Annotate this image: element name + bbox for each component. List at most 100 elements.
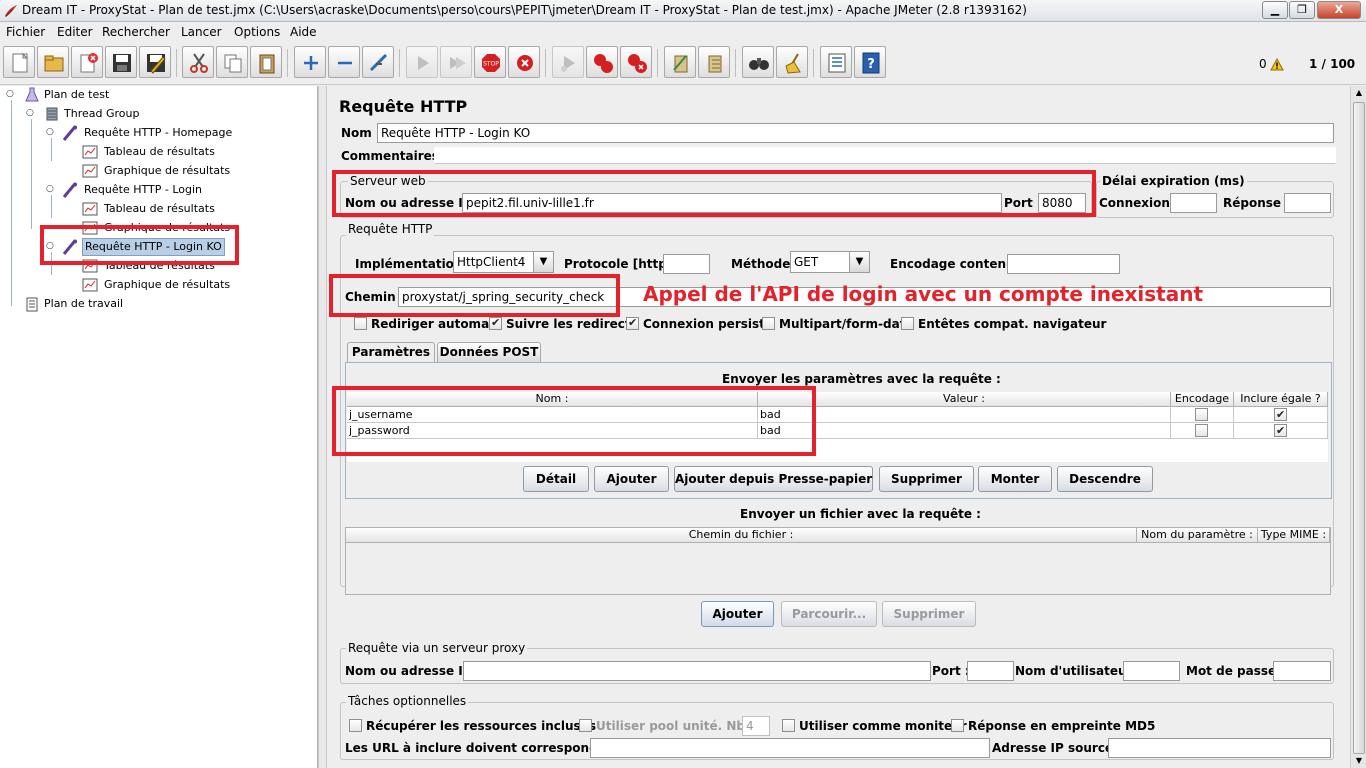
new-button[interactable]: [3, 46, 35, 78]
auto-redirect-checkbox[interactable]: [354, 317, 367, 330]
function-helper-button[interactable]: [820, 46, 852, 78]
cut-button[interactable]: [182, 46, 214, 78]
start-button[interactable]: [406, 46, 438, 78]
clear-button[interactable]: [664, 46, 696, 78]
save-as-button[interactable]: [139, 46, 171, 78]
delete-parameter-button[interactable]: Supprimer: [879, 466, 974, 492]
detail-button[interactable]: Détail: [523, 466, 589, 492]
follow-redirects-checkbox[interactable]: [489, 316, 502, 330]
md5-checkbox[interactable]: [951, 719, 964, 732]
search-button[interactable]: [742, 46, 774, 78]
connect-timeout-input[interactable]: [1170, 193, 1217, 213]
menu-options[interactable]: Options: [234, 25, 280, 39]
chevron-down-icon[interactable]: ▼: [533, 252, 553, 272]
proxy-port-input[interactable]: [967, 661, 1014, 681]
move-down-button[interactable]: Descendre: [1057, 466, 1153, 492]
implementation-select[interactable]: HttpClient4 ▼: [453, 251, 554, 273]
browse-file-button[interactable]: Parcourir...: [781, 601, 877, 627]
remote-shutdown-button[interactable]: [620, 46, 652, 78]
param-value-cell[interactable]: bad: [758, 407, 1171, 423]
paste-button[interactable]: [250, 46, 282, 78]
menu-aide[interactable]: Aide: [290, 25, 317, 39]
encode-checkbox[interactable]: [1195, 408, 1208, 421]
vertical-scrollbar[interactable]: ▲ ▼: [1350, 86, 1366, 768]
help-button[interactable]: ?: [854, 46, 886, 78]
tab-parameters[interactable]: Paramètres: [347, 342, 435, 362]
save-button[interactable]: [105, 46, 137, 78]
optional-tasks-legend: Tâches optionnelles: [346, 694, 469, 708]
start-no-pause-button[interactable]: [440, 46, 472, 78]
remote-stop-button[interactable]: [586, 46, 618, 78]
proxy-host-input[interactable]: [463, 661, 931, 681]
files-table[interactable]: Chemin du fichier : Nom du paramètre : T…: [345, 527, 1331, 595]
close-window-button[interactable]: X: [1317, 1, 1361, 19]
comments-input[interactable]: [434, 147, 1336, 164]
delete-file-button[interactable]: Supprimer: [882, 601, 976, 627]
param-value-cell[interactable]: bad: [758, 423, 1171, 439]
add-file-button[interactable]: Ajouter: [701, 601, 774, 627]
tree-highlight-box: [40, 225, 239, 265]
proxy-password-input[interactable]: [1273, 661, 1331, 681]
maximize-button[interactable]: ❐: [1289, 1, 1315, 19]
move-up-button[interactable]: Monter: [978, 466, 1052, 492]
chevron-down-icon[interactable]: ▼: [849, 252, 869, 272]
column-file-path-header[interactable]: Chemin du fichier :: [346, 528, 1137, 543]
concurrent-pool-input[interactable]: 4: [742, 716, 770, 736]
keep-alive-checkbox[interactable]: [626, 316, 639, 330]
shutdown-button[interactable]: [508, 46, 540, 78]
include-equals-checkbox[interactable]: [1274, 423, 1287, 438]
response-timeout-input[interactable]: [1284, 193, 1331, 213]
column-include-header[interactable]: Inclure égale ?: [1234, 392, 1328, 407]
open-button[interactable]: [37, 46, 69, 78]
tree-node-label: Requête HTTP - Login: [84, 183, 203, 196]
panel-splitter[interactable]: [318, 86, 327, 768]
proxy-user-input[interactable]: [1123, 661, 1180, 681]
use-as-monitor-checkbox[interactable]: [782, 719, 795, 732]
column-value-header[interactable]: Valeur :: [758, 392, 1171, 407]
column-encode-header[interactable]: Encodage: [1171, 392, 1234, 407]
save-icon: [113, 54, 131, 72]
menu-fichier[interactable]: Fichier: [6, 25, 45, 39]
content-encoding-input[interactable]: [1007, 254, 1120, 274]
minimize-button[interactable]: ▁: [1262, 1, 1288, 19]
param-include-cell: [1234, 423, 1328, 439]
clear-all-button[interactable]: [698, 46, 730, 78]
add-parameter-button[interactable]: Ajouter: [594, 466, 669, 492]
expand-all-button[interactable]: [294, 46, 326, 78]
stop-button[interactable]: STOP: [474, 46, 506, 78]
expand-toggle-icon[interactable]: ○: [26, 109, 34, 118]
source-ip-input[interactable]: [1108, 738, 1331, 758]
multipart-checkbox[interactable]: [762, 317, 775, 330]
clear-all-icon: [708, 55, 722, 73]
embedded-urls-input[interactable]: [590, 738, 990, 758]
name-input[interactable]: Requête HTTP - Login KO: [377, 123, 1334, 143]
column-param-name-header[interactable]: Nom du paramètre :: [1137, 528, 1258, 543]
expand-toggle-icon[interactable]: ○: [6, 90, 15, 99]
include-equals-checkbox[interactable]: [1274, 407, 1287, 422]
menu-editer[interactable]: Editer: [57, 25, 93, 39]
close-file-button[interactable]: [71, 46, 103, 78]
concurrent-pool-checkbox[interactable]: [579, 719, 592, 732]
collapse-all-button[interactable]: [328, 46, 360, 78]
method-select[interactable]: GET ▼: [790, 251, 870, 273]
toggle-button[interactable]: [362, 46, 394, 78]
menu-lancer[interactable]: Lancer: [181, 25, 222, 39]
close-file-icon: [80, 53, 98, 73]
scrollbar-thumb[interactable]: [1353, 102, 1365, 754]
encode-checkbox[interactable]: [1195, 424, 1208, 437]
tab-post-data[interactable]: Données POST: [437, 342, 541, 362]
test-plan-tree[interactable]: ○ Plan de test ○ Thread Group ○ Requête …: [0, 86, 318, 768]
protocol-input[interactable]: [663, 254, 710, 274]
remote-start-button[interactable]: [552, 46, 584, 78]
scroll-down-icon[interactable]: ▼: [1353, 754, 1365, 768]
expand-toggle-icon[interactable]: ○: [46, 128, 54, 137]
add-from-clipboard-button[interactable]: Ajouter depuis Presse-papier: [674, 466, 873, 492]
expand-toggle-icon[interactable]: ○: [46, 185, 54, 194]
scroll-up-icon[interactable]: ▲: [1353, 86, 1365, 100]
browser-headers-checkbox[interactable]: [901, 317, 914, 330]
copy-button[interactable]: [216, 46, 248, 78]
reset-search-button[interactable]: [776, 46, 808, 78]
column-mime-type-header[interactable]: Type MIME :: [1258, 528, 1330, 543]
menu-rechercher[interactable]: Rechercher: [102, 25, 170, 39]
retrieve-resources-checkbox[interactable]: [349, 719, 362, 732]
